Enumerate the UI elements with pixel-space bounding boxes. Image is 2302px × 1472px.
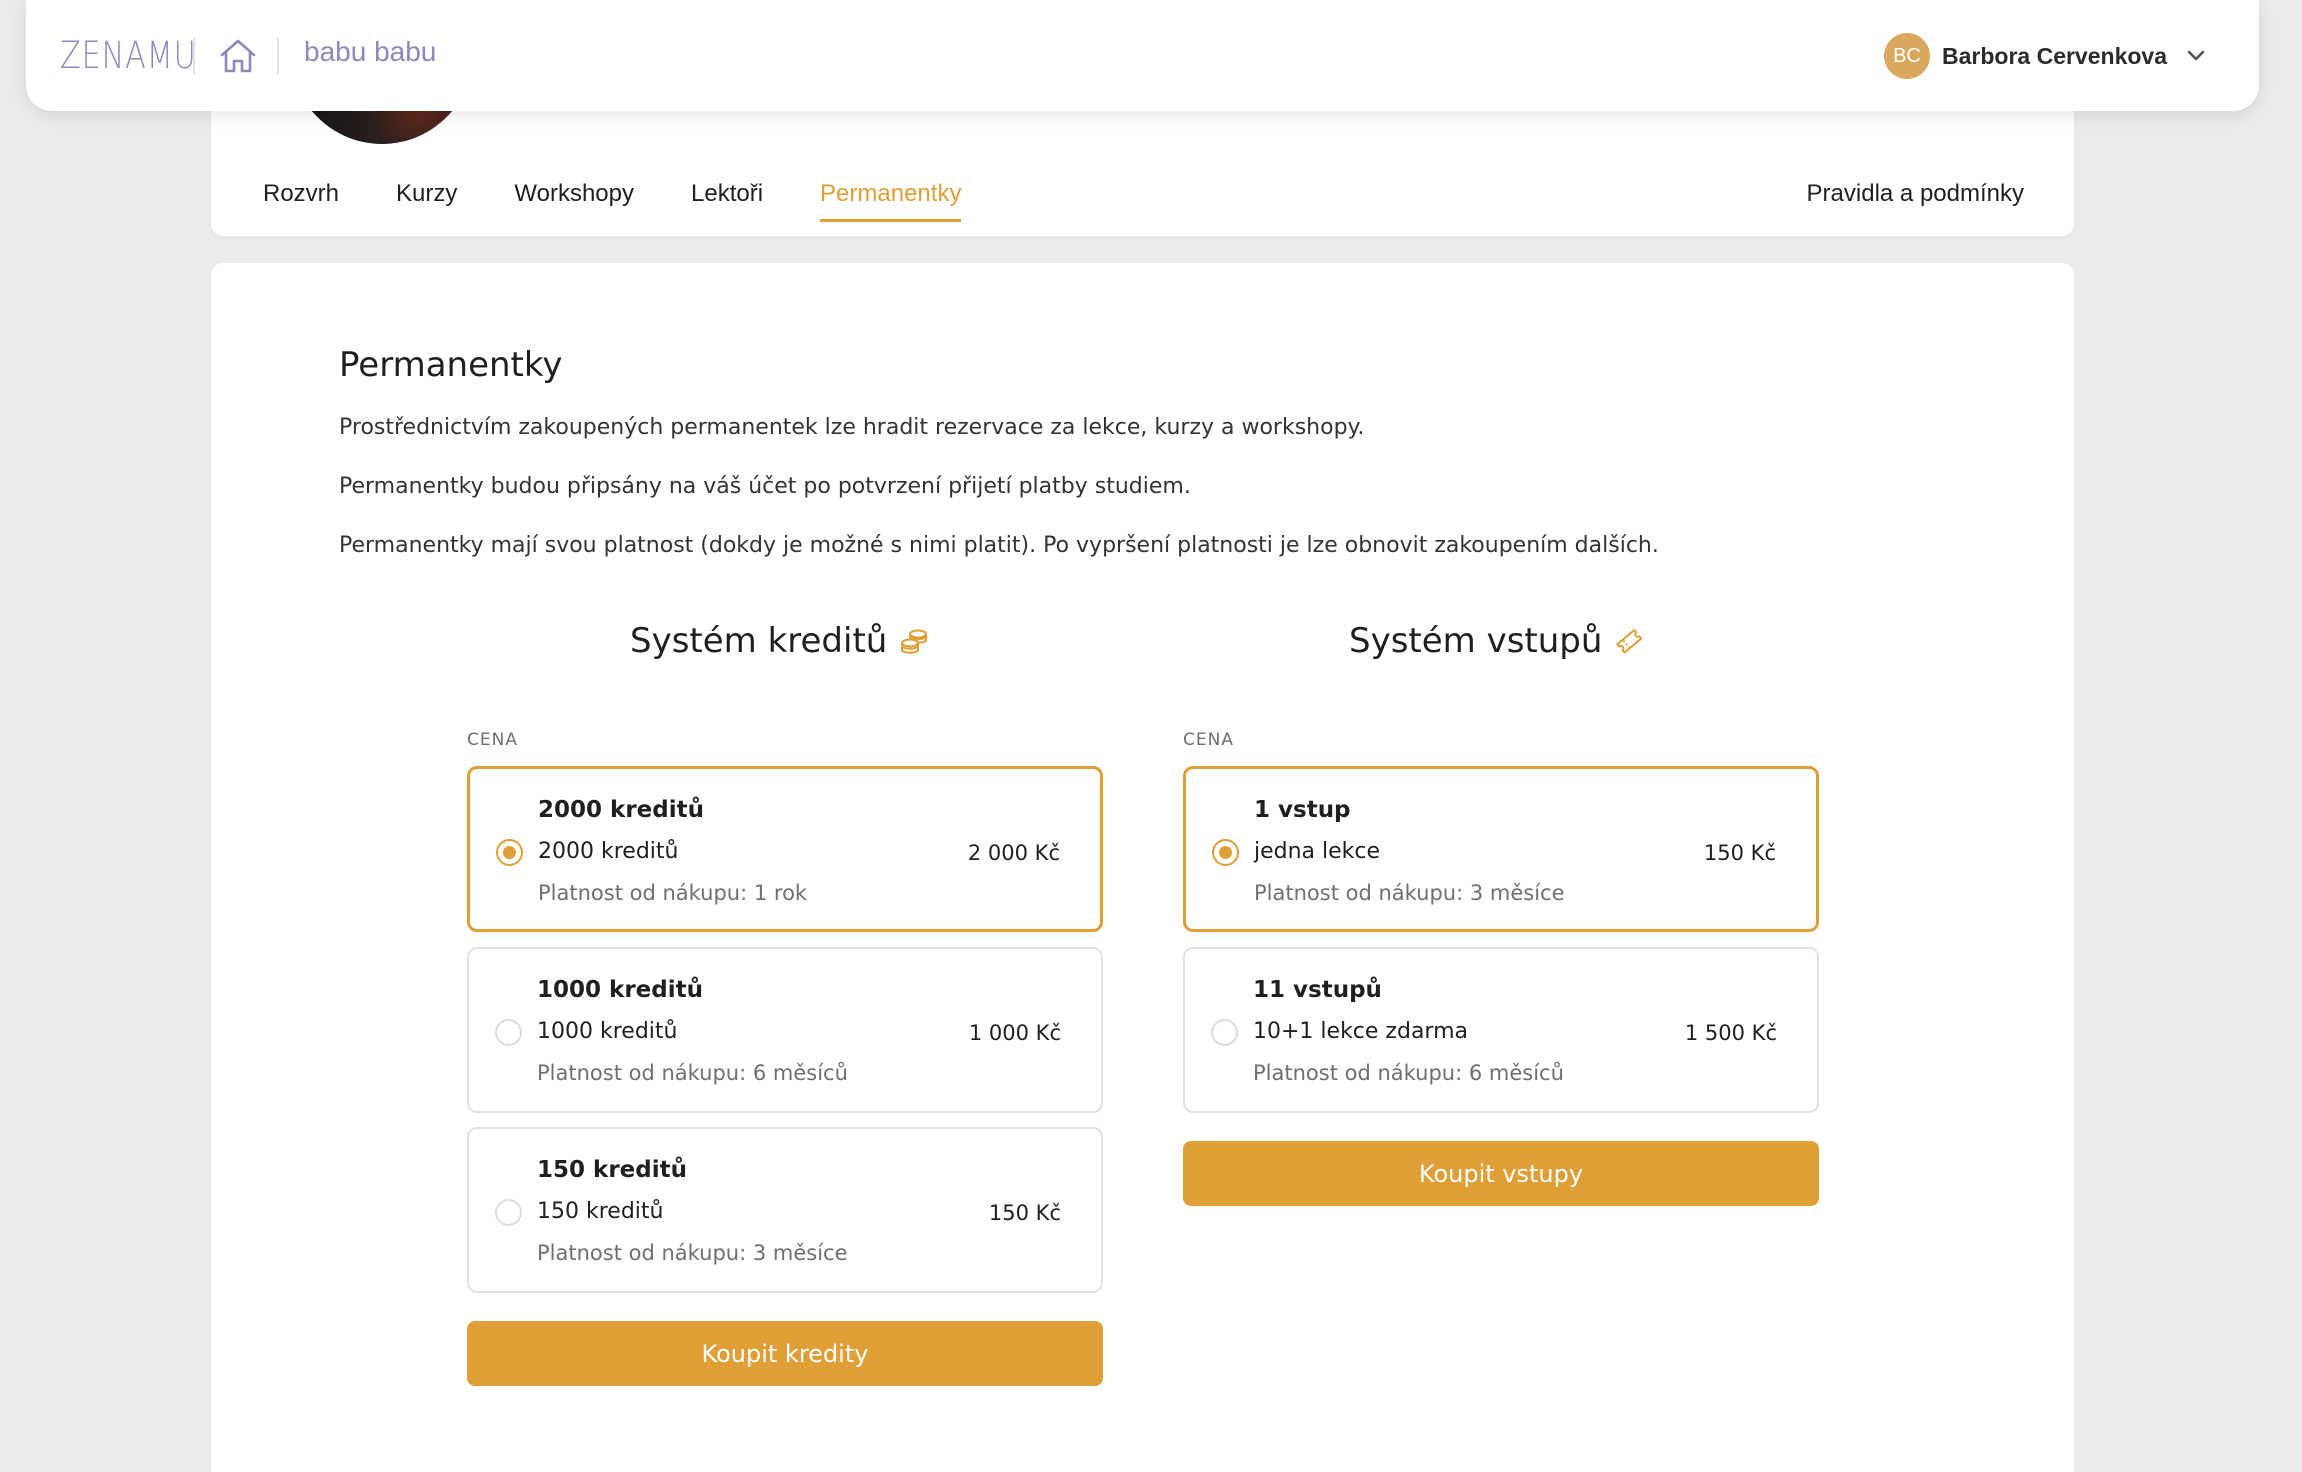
option-price: 150 Kč — [1703, 841, 1776, 865]
option-name: 2000 kreditů — [538, 797, 704, 823]
entry-option[interactable]: 11 vstupů 10+1 lekce zdarma Platnost od … — [1183, 947, 1819, 1113]
buy-entries-button[interactable]: Koupit vstupy — [1183, 1141, 1819, 1206]
radio-button[interactable] — [1211, 1019, 1238, 1046]
price-label: CENA — [467, 730, 518, 750]
credit-option[interactable]: 2000 kreditů 2000 kreditů Platnost od ná… — [467, 766, 1103, 932]
description-paragraph: Permanentky mají svou platnost (dokdy je… — [339, 533, 1659, 558]
option-description: jedna lekce — [1254, 839, 1381, 864]
tab-permanentky[interactable]: Permanentky — [820, 180, 962, 222]
option-validity: Platnost od nákupu: 3 měsíce — [1254, 881, 1565, 905]
option-description: 150 kreditů — [537, 1199, 664, 1224]
option-price: 150 Kč — [988, 1201, 1061, 1225]
option-description: 10+1 lekce zdarma — [1253, 1019, 1468, 1044]
credits-title-text: Systém kreditů — [630, 621, 888, 661]
home-icon — [220, 39, 256, 73]
entry-option[interactable]: 1 vstup jedna lekce Platnost od nákupu: … — [1183, 766, 1819, 932]
ticket-icon — [1616, 629, 1643, 654]
page-title: Permanentky — [339, 345, 563, 385]
option-price: 2 000 Kč — [967, 841, 1060, 865]
option-name: 11 vstupů — [1253, 977, 1382, 1003]
studio-tabs: Rozvrh Kurzy Workshopy Lektoři Permanent… — [263, 180, 1018, 222]
studio-name[interactable]: babu babu — [304, 36, 436, 68]
main-card: Permanentky Prostřednictvím zakoupených … — [211, 263, 2074, 1472]
option-description: 1000 kreditů — [537, 1019, 678, 1044]
entries-section-title: Systém vstupů — [1349, 621, 1644, 661]
price-label: CENA — [1183, 730, 1234, 750]
option-validity: Platnost od nákupu: 3 měsíce — [537, 1241, 848, 1265]
description-paragraph: Permanentky budou připsány na váš účet p… — [339, 474, 1191, 499]
rules-link[interactable]: Pravidla a podmínky — [1807, 180, 2024, 208]
tab-kurzy[interactable]: Kurzy — [396, 180, 457, 222]
tab-rozvrh[interactable]: Rozvrh — [263, 180, 339, 222]
chevron-down-icon — [2179, 39, 2213, 73]
description-paragraph: Prostřednictvím zakoupených permanentek … — [339, 415, 1365, 440]
option-validity: Platnost od nákupu: 1 rok — [538, 881, 808, 905]
radio-button[interactable] — [495, 1019, 522, 1046]
user-name: Barbora Cervenkova — [1942, 42, 2167, 69]
option-price: 1 500 Kč — [1684, 1021, 1777, 1045]
credit-option[interactable]: 1000 kreditů 1000 kreditů Platnost od ná… — [467, 947, 1103, 1113]
zenamu-logo[interactable]: ZENAMU — [60, 30, 197, 80]
option-validity: Platnost od nákupu: 6 měsíců — [1253, 1061, 1564, 1085]
tab-lektori[interactable]: Lektoři — [691, 180, 763, 222]
avatar: BC — [1884, 33, 1930, 79]
option-name: 1000 kreditů — [537, 977, 703, 1003]
radio-button[interactable] — [495, 1199, 522, 1226]
option-validity: Platnost od nákupu: 6 měsíců — [537, 1061, 848, 1085]
top-bar: ZENAMU babu babu BC Barbora Cervenkova — [26, 0, 2259, 111]
user-menu[interactable]: BC Barbora Cervenkova — [1884, 32, 2213, 80]
option-description: 2000 kreditů — [538, 839, 679, 864]
divider — [193, 38, 195, 74]
credit-option[interactable]: 150 kreditů 150 kreditů Platnost od náku… — [467, 1127, 1103, 1293]
coins-icon — [901, 629, 928, 654]
buy-credits-button[interactable]: Koupit kredity — [467, 1321, 1103, 1386]
divider — [277, 38, 279, 74]
radio-button[interactable] — [1212, 839, 1239, 866]
option-price: 1 000 Kč — [968, 1021, 1061, 1045]
option-name: 150 kreditů — [537, 1157, 687, 1183]
home-button[interactable] — [216, 34, 260, 78]
tab-workshopy[interactable]: Workshopy — [514, 180, 634, 222]
option-name: 1 vstup — [1254, 797, 1351, 823]
radio-button[interactable] — [496, 839, 523, 866]
credits-section-title: Systém kreditů — [630, 621, 929, 661]
entries-title-text: Systém vstupů — [1349, 621, 1603, 661]
